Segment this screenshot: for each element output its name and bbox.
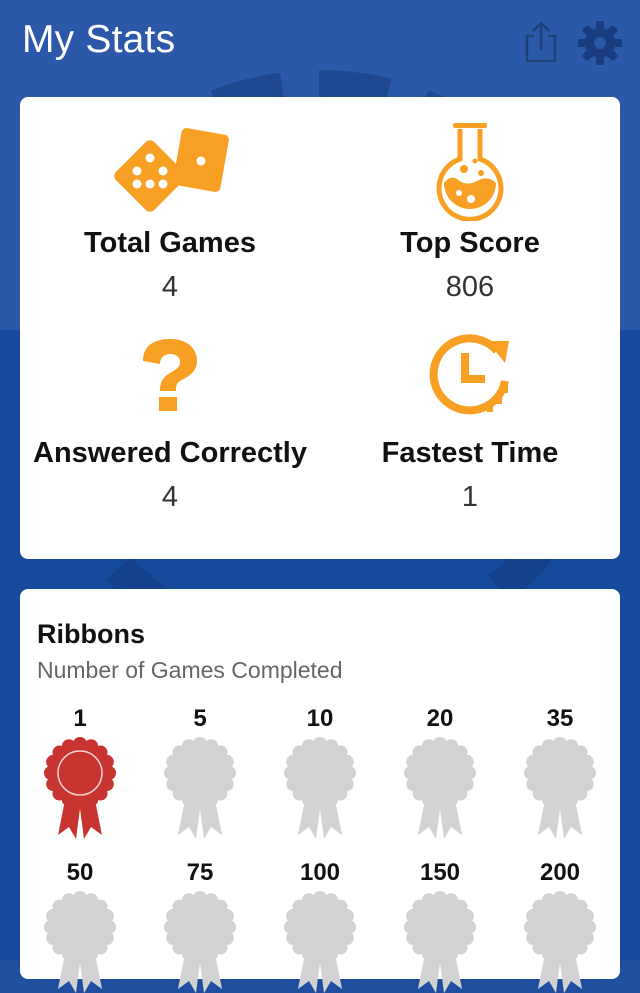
ribbon-count-label: 35 [546,705,574,732]
app-header: My Stats [0,0,640,88]
ribbons-subtitle: Number of Games Completed [37,657,343,683]
ribbon-icon [284,891,356,993]
stat-answered-correctly: Answered Correctly 4 [20,307,320,537]
ribbon-icon [164,737,236,839]
ribbon-count-label: 150 [419,859,461,886]
stat-value: 4 [161,271,179,303]
dice-icon [114,128,229,212]
ribbon-icon [164,891,236,993]
stat-total-games: Total Games 4 [20,97,320,317]
ribbon-icon [44,737,116,839]
ribbon-count-label: 100 [299,859,341,886]
page-title: My Stats [22,18,176,61]
stat-top-score: Top Score 806 [320,97,620,317]
share-button[interactable] [522,20,560,64]
ribbon-count-label: 200 [539,859,581,886]
ribbon-icon [524,737,596,839]
settings-button[interactable] [576,19,624,67]
stat-fastest-time: Fastest Time 1 [320,307,620,537]
ribbon-icon [284,737,356,839]
share-icon [525,21,557,63]
clock-icon [429,334,509,415]
question-icon [143,339,197,411]
ribbon-icon [404,737,476,839]
ribbon-icon [44,891,116,993]
stat-value: 4 [161,481,179,513]
ribbon-count-label: 1 [73,705,87,732]
ribbon-count-label: 75 [186,859,214,886]
ribbons-title: Ribbons [37,619,145,649]
stat-value: 1 [461,481,479,513]
stat-label: Top Score [400,227,540,259]
stat-label: Answered Correctly [33,437,307,469]
stat-value: 806 [445,271,495,303]
ribbons-card: Ribbons Number of Games Completed 1 5 10 20… [20,589,620,993]
ribbon-count-label: 20 [426,705,454,732]
ribbon-count-label: 50 [66,859,94,886]
ribbon-icon [524,891,596,993]
ribbon-count-label: 10 [306,705,334,732]
ribbon-icon [404,891,476,993]
flask-icon [436,123,504,221]
stat-label: Total Games [84,227,256,259]
gear-icon [578,21,622,65]
stat-label: Fastest Time [381,437,559,469]
ribbon-count-label: 5 [193,705,207,732]
stats-card: Total Games 4 Top Score 806 Answered Cor… [20,97,620,559]
